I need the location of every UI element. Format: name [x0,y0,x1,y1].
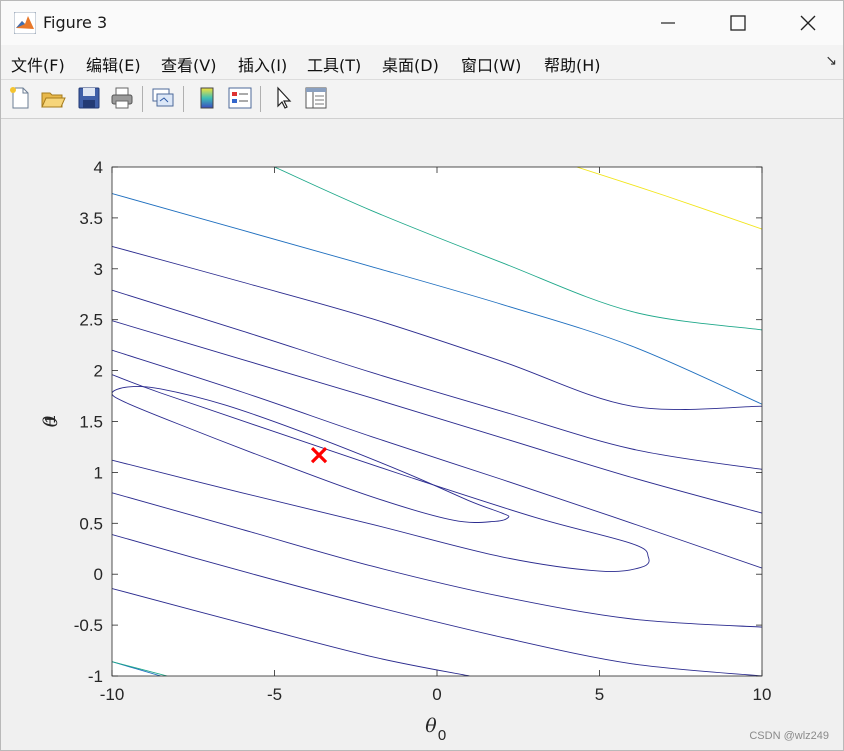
legend-icon[interactable] [227,85,253,111]
x-axis-label-subscript: 0 [438,727,446,744]
edit-plot-arrow-icon[interactable] [271,85,297,111]
y-tick-label: 2.5 [79,311,103,330]
toolbar-separator [142,86,143,112]
x-tick-label: 10 [753,685,772,704]
y-tick-label: 2 [94,362,103,381]
y-tick-label: 3 [94,260,103,279]
save-icon[interactable] [76,85,102,111]
toolbar [1,80,843,119]
window-title: Figure 3 [43,13,108,32]
watermark: CSDN @wlz249 [749,730,829,742]
y-tick-label: -1 [88,667,103,686]
maximize-icon [730,15,746,31]
minimize-button[interactable] [633,1,703,45]
menu-file[interactable]: 文件(F) [11,52,65,76]
menu-window[interactable]: 窗口(W) [461,52,521,76]
new-figure-icon[interactable] [7,85,33,111]
toolbar-separator [183,86,184,112]
figure-window: Figure 3 文件(F) 编辑(E) 查看(V) 插入(I) 工具(T) 桌… [0,0,844,751]
x-tick-label: 5 [595,685,604,704]
maximize-button[interactable] [703,1,773,45]
menu-desktop[interactable]: 桌面(D) [382,52,439,76]
y-tick-label: 0 [94,565,103,584]
menu-view[interactable]: 查看(V) [161,52,216,76]
open-file-icon[interactable] [40,85,66,111]
toolbar-separator [260,86,261,112]
y-tick-label: -0.5 [74,616,103,635]
link-plot-icon[interactable] [150,85,176,111]
menu-help[interactable]: 帮助(H) [544,52,601,76]
menu-edit[interactable]: 编辑(E) [86,52,141,76]
y-tick-label: 4 [94,158,103,177]
property-inspector-icon[interactable] [303,85,329,111]
title-bar: Figure 3 [1,1,843,45]
x-tick-label: 0 [432,685,441,704]
y-tick-label: 1.5 [79,413,103,432]
y-tick-label: 3.5 [79,209,103,228]
menu-bar: 文件(F) 编辑(E) 查看(V) 插入(I) 工具(T) 桌面(D) 窗口(W… [1,45,843,80]
x-tick-label: -10 [100,685,125,704]
x-axis-label: θ [425,715,437,737]
figure-canvas: -10 -5 0 5 10 -1 -0.5 0 0.5 1 1.5 2 2.5 3 3.5 4 θ 0 θ 1 CSD… [1,119,843,750]
matlab-logo-icon [14,12,36,34]
menu-tools[interactable]: 工具(T) [307,52,361,76]
contour-plot: -10 -5 0 5 10-1-0.500.511.522.533.54θ 0θ1 [40,158,772,744]
menu-insert[interactable]: 插入(I) [238,52,287,76]
minimize-icon [661,22,675,24]
close-button[interactable] [773,1,843,45]
menu-dock-arrow-icon[interactable]: ↘ [825,53,837,69]
y-tick-label: 0.5 [79,514,103,533]
y-tick-label: 1 [94,463,103,482]
close-icon [800,15,816,31]
plot-background [112,167,762,676]
colorbar-icon[interactable] [194,85,220,111]
y-axis-label-subscript: 1 [42,415,59,423]
x-tick-label: -5 [267,685,282,704]
print-icon[interactable] [109,85,135,111]
